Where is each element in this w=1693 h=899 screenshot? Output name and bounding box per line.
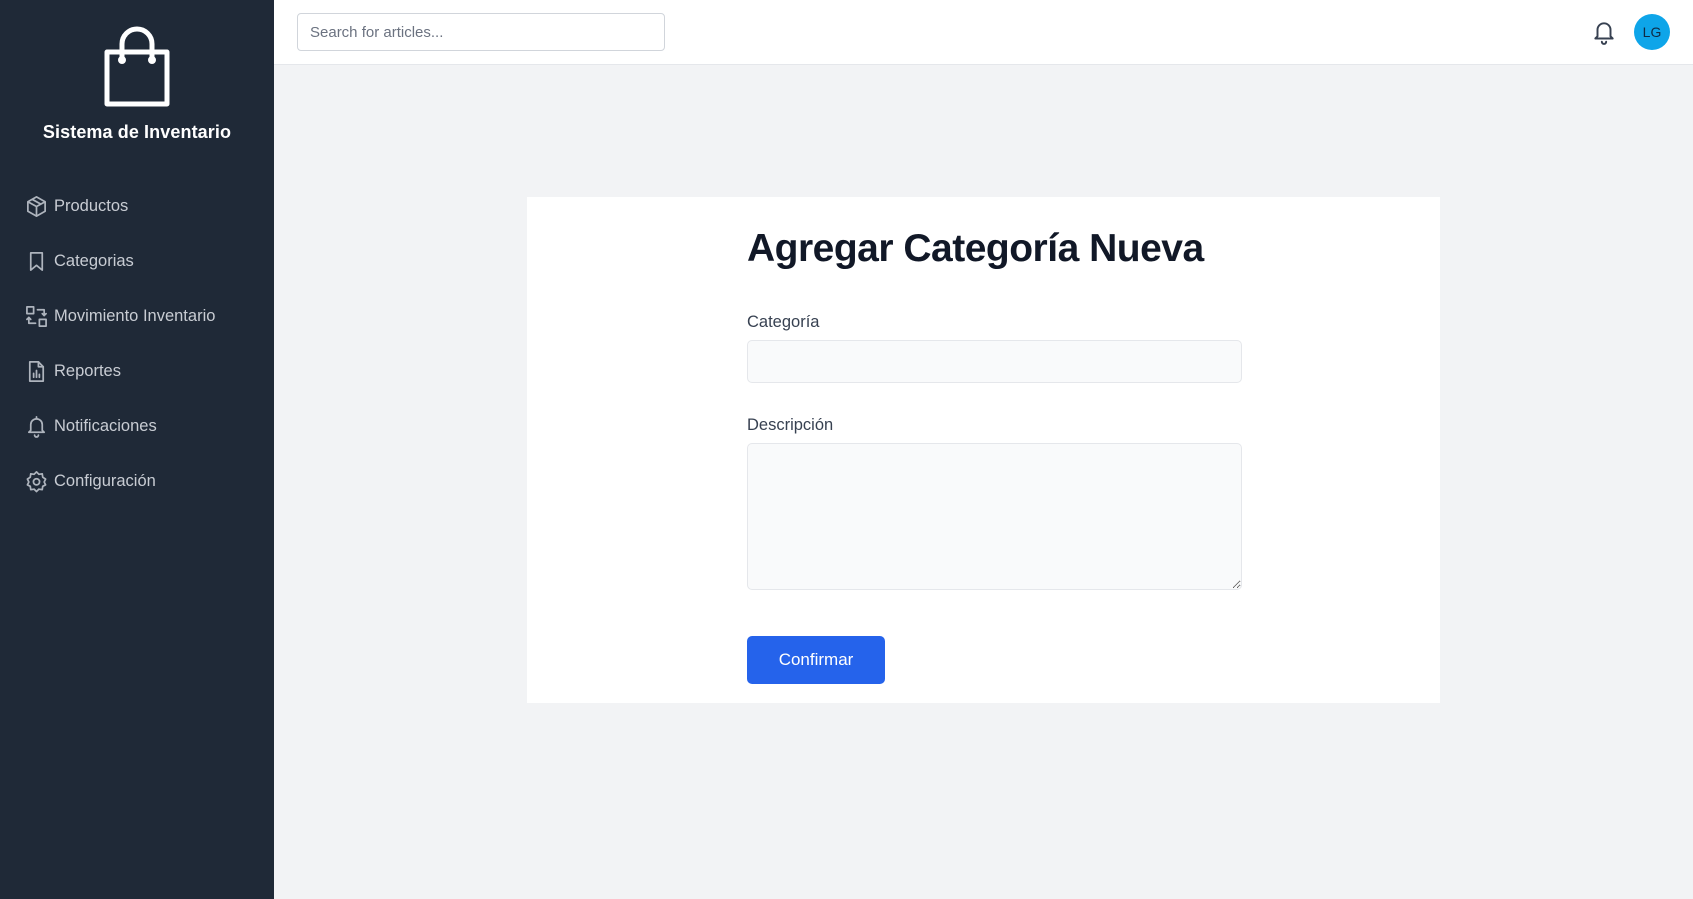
form-card: Agregar Categoría Nueva Categoría Descri… (527, 197, 1440, 703)
brand: Sistema de Inventario (0, 0, 274, 143)
bell-icon (25, 415, 48, 438)
sidebar-item-label: Notificaciones (54, 417, 157, 435)
shopping-bag-icon (97, 26, 177, 110)
sidebar-item-label: Movimiento Inventario (54, 307, 216, 325)
categoria-label: Categoría (747, 313, 820, 331)
report-icon (25, 360, 48, 383)
notifications-bell-icon[interactable] (1591, 19, 1617, 45)
page-title: Agregar Categoría Nueva (747, 227, 1204, 270)
gear-icon (25, 470, 48, 493)
main-area: LG Agregar Categoría Nueva Categoría Des… (274, 0, 1693, 899)
brand-title: Sistema de Inventario (42, 122, 232, 142)
sidebar-item-movimiento-inventario[interactable]: Movimiento Inventario (0, 289, 274, 344)
sidebar-item-reportes[interactable]: Reportes (0, 344, 274, 399)
sidebar-item-label: Productos (54, 197, 129, 215)
cube-icon (25, 195, 48, 218)
confirm-button[interactable]: Confirmar (747, 636, 885, 684)
bookmark-icon (25, 250, 48, 273)
search-input[interactable] (297, 13, 665, 51)
sidebar-item-notificaciones[interactable]: Notificaciones (0, 399, 274, 454)
sidebar-item-label: Categorias (54, 252, 134, 270)
sidebar-item-label: Reportes (54, 362, 121, 380)
descripcion-label: Descripción (747, 416, 834, 434)
topbar-actions: LG (1591, 14, 1670, 50)
topbar: LG (274, 0, 1693, 65)
avatar[interactable]: LG (1634, 14, 1670, 50)
sidebar-item-categorias[interactable]: Categorias (0, 234, 274, 289)
transfer-icon (25, 305, 48, 328)
categoria-input[interactable] (747, 340, 1242, 383)
sidebar: Sistema de Inventario Productos Categori… (0, 0, 274, 899)
new-category-form: Agregar Categoría Nueva Categoría Descri… (747, 227, 1242, 684)
descripcion-textarea[interactable] (747, 443, 1242, 590)
sidebar-nav: Productos Categorias Movimiento Inventar… (0, 179, 274, 509)
content-area: Agregar Categoría Nueva Categoría Descri… (274, 65, 1693, 899)
app-root: Sistema de Inventario Productos Categori… (0, 0, 1693, 899)
sidebar-item-label: Configuración (54, 472, 156, 490)
sidebar-item-configuracion[interactable]: Configuración (0, 454, 274, 509)
sidebar-item-productos[interactable]: Productos (0, 179, 274, 234)
